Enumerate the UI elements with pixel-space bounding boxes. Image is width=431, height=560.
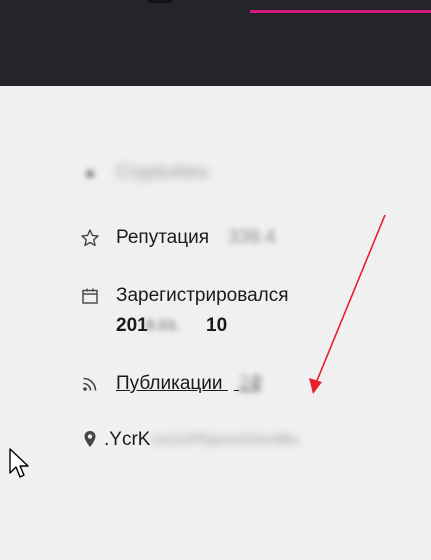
location-prefix: .YcrK xyxy=(104,429,151,450)
reputation-label: Репутация xyxy=(116,227,210,248)
location-hidden: ssLkJPfyjonuGdvntBu xyxy=(152,431,299,448)
rss-icon xyxy=(80,374,100,394)
star-icon xyxy=(80,228,100,248)
registered-date-hidden: 8.03. xyxy=(146,317,180,334)
calendar-icon xyxy=(80,286,100,306)
username: CryptoAlex xyxy=(116,162,209,183)
registered-date-prefix: 201 xyxy=(116,315,148,336)
publications-count-visible: 2 xyxy=(252,373,263,394)
user-icon xyxy=(80,164,100,184)
registered-date-suffix: 10 xyxy=(206,315,228,336)
top-navigation-bar xyxy=(0,0,431,86)
active-tab-indicator xyxy=(250,10,431,13)
top-nav-element xyxy=(148,0,172,3)
publications-label: Публикации xyxy=(116,373,223,394)
publications-link[interactable]: Публикации 24 xyxy=(116,373,260,395)
reputation-value: 339.4 xyxy=(228,227,276,248)
registered-label: Зарегистрировался xyxy=(116,285,289,306)
map-pin-icon xyxy=(80,429,100,449)
mouse-cursor-icon xyxy=(9,448,29,478)
